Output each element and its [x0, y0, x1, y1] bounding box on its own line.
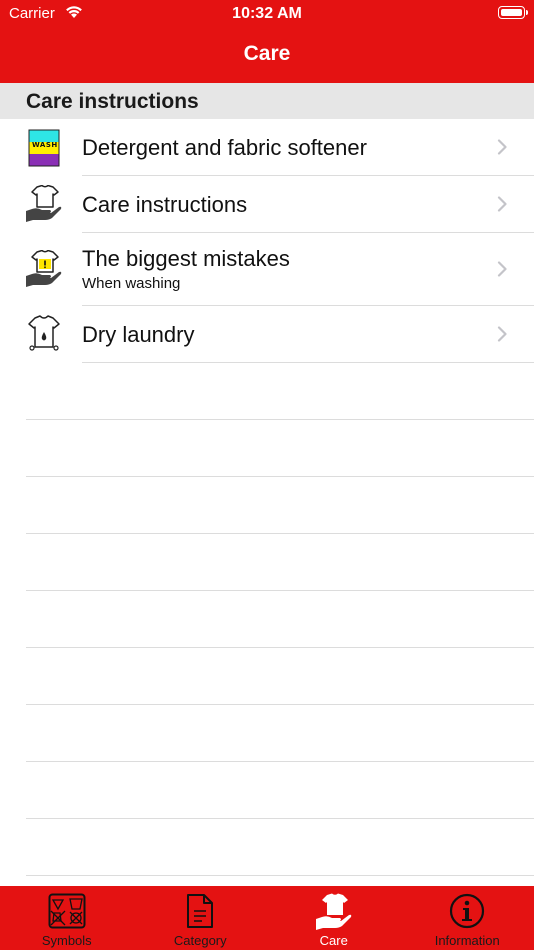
row-title: Care instructions	[82, 192, 248, 217]
empty-row-separator	[26, 590, 534, 591]
row-title: Detergent and fabric softener	[82, 135, 367, 160]
list-item-detergent[interactable]: WASH Detergent and fabric softener	[0, 119, 534, 176]
row-title: The biggest mistakes	[82, 246, 290, 271]
hand-shirt-icon	[315, 893, 353, 936]
empty-row-separator	[26, 875, 534, 876]
document-icon	[186, 893, 214, 934]
row-subtitle: When washing	[82, 275, 181, 292]
tab-symbols[interactable]: Symbols	[0, 886, 134, 950]
row-separator	[82, 362, 534, 363]
empty-row-separator	[26, 761, 534, 762]
tab-care[interactable]: Care	[267, 886, 401, 950]
info-icon	[449, 893, 485, 934]
empty-row-separator	[26, 647, 534, 648]
empty-row-separator	[26, 704, 534, 705]
hand-shirt-warning-icon	[25, 249, 63, 288]
section-header: Care instructions	[0, 83, 534, 119]
chevron-right-icon	[497, 196, 507, 217]
list-item-dry-laundry[interactable]: Dry laundry	[0, 306, 534, 363]
empty-row-separator	[26, 533, 534, 534]
section-header-label: Care instructions	[26, 90, 199, 113]
tab-category[interactable]: Category	[134, 886, 268, 950]
status-bar: Carrier 10:32 AM	[0, 0, 534, 28]
hand-shirt-icon	[25, 184, 63, 223]
shirt-drying-icon	[25, 315, 63, 353]
laundry-symbols-icon	[48, 893, 86, 934]
empty-row-separator	[26, 476, 534, 477]
list-item-care-instructions[interactable]: Care instructions	[0, 176, 534, 233]
tab-label: Care	[319, 933, 348, 948]
tab-information[interactable]: Information	[401, 886, 534, 950]
chevron-right-icon	[497, 139, 507, 160]
navigation-bar: Carrier 10:32 AM Care	[0, 0, 534, 83]
page-title: Care	[243, 42, 291, 65]
tab-label: Category	[173, 933, 227, 948]
wash-icon-text: WASH	[32, 141, 58, 149]
empty-row-separator	[26, 818, 534, 819]
battery-icon	[498, 6, 528, 19]
chevron-right-icon	[497, 261, 507, 282]
row-title: Dry laundry	[82, 322, 195, 347]
tab-bar: Symbols Category Care Information	[0, 886, 534, 950]
tab-label: Symbols	[41, 933, 92, 948]
empty-row-separator	[26, 419, 534, 420]
list-item-biggest-mistakes[interactable]: The biggest mistakes When washing	[0, 233, 534, 306]
chevron-right-icon	[497, 326, 507, 347]
status-time: 10:32 AM	[232, 5, 302, 22]
tab-label: Information	[434, 933, 500, 948]
